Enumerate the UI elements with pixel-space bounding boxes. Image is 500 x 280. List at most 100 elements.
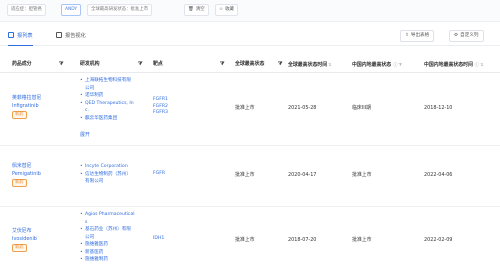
export-button-label: 导出表格: [410, 33, 430, 38]
org-name: QED Therapeutics, In: [85, 100, 134, 106]
drug-name-cn[interactable]: 艾伏尼布: [12, 228, 37, 236]
cn-status: 临床III期: [352, 105, 371, 111]
filter-icon[interactable]: ⧩: [59, 56, 63, 73]
list-item[interactable]: 施维雅医药: [80, 241, 135, 249]
col-cn-status-label: 中国内地最高状态: [352, 62, 392, 68]
drug-name-en[interactable]: Ivosidenib: [12, 236, 37, 244]
info-icon[interactable]: ⓘ: [393, 63, 398, 68]
drug-name-cn[interactable]: 英菲格拉替尼: [12, 95, 41, 103]
global-time: 2021-05-28: [288, 105, 317, 111]
cn-time: 2022-04-06: [424, 172, 453, 178]
filter-chip-indication-label: 适应症：胆管癌: [11, 7, 42, 12]
col-global-status[interactable]: 全球最高状态: [235, 56, 264, 73]
target-item[interactable]: FGFR3: [153, 110, 168, 117]
col-cn-time-label: 中国内地最高状态时间: [424, 62, 473, 68]
clear-button[interactable]: 🗑 清空: [184, 4, 209, 16]
list-item[interactable]: QED Therapeutics, In c.: [80, 100, 134, 115]
org-name: 新基医药: [85, 249, 104, 255]
org-name: 基石药业（苏州）有限: [85, 227, 131, 232]
target-item[interactable]: FGFR1: [153, 97, 168, 104]
org-list: Incyte Corporation 信达生物制药（苏州） 有限公司: [80, 163, 131, 186]
sort-icon[interactable]: ⇅: [328, 62, 331, 67]
global-status: 批准上市: [235, 105, 255, 111]
col-global-status-label: 全球最高状态: [235, 61, 265, 67]
new-drug-badge: 新药: [12, 244, 27, 252]
org-name: 施维雅制药: [85, 257, 108, 262]
org-name: 施维雅医药: [85, 242, 108, 247]
table-row[interactable]: 英菲格拉替尼 Infigratinib 新药 上海联拓生物科技有限公司 诺华制药…: [0, 73, 500, 146]
col-org[interactable]: 研发机构: [80, 56, 100, 73]
filter-chip-indication[interactable]: 适应症：胆管癌: [7, 4, 46, 16]
org-name: 上海联拓生物科技有限: [85, 78, 131, 83]
list-item[interactable]: 新基医药: [80, 249, 135, 257]
org-name: c.: [85, 108, 89, 113]
expand-link[interactable]: 展开: [80, 131, 90, 139]
save-button[interactable]: ☆ 收藏: [215, 4, 238, 16]
col-target-label: 靶点: [153, 61, 163, 67]
new-drug-badge: 新药: [12, 111, 27, 119]
filter-bar: 适应症：胆管癌 ANDY 全球最高研发状态：批准上市 🗑 清空 ☆ 收藏: [0, 0, 500, 22]
org-list: Agios Pharmaceutical s 基石药业（苏州）有限公司 施维雅医药…: [80, 211, 135, 264]
chart-icon: [56, 32, 62, 38]
org-name: Agios Pharmaceutical: [85, 212, 135, 217]
target-list: IDH1: [153, 236, 164, 243]
drug-name-cn[interactable]: 佩米替尼: [12, 163, 41, 171]
drug-name-en[interactable]: Pemigatinib: [12, 171, 41, 179]
global-status: 批准上市: [235, 237, 255, 243]
save-button-label: 收藏: [225, 7, 234, 12]
custom-columns-button[interactable]: ⚙ 自定义列: [449, 30, 484, 42]
list-item[interactable]: Incyte Corporation: [80, 163, 131, 171]
list-icon: [8, 32, 14, 38]
list-item[interactable]: 麒云华医药集团: [80, 115, 134, 123]
table-row[interactable]: 佩米替尼 Pemigatinib 新药 Incyte Corporation 信…: [0, 146, 500, 207]
custom-columns-button-label: 自定义列: [460, 33, 479, 38]
org-name: Incyte Corporation: [85, 164, 128, 169]
tab-list[interactable]: 报列表: [8, 31, 33, 46]
col-global-time[interactable]: 全球最高状态时间⇅: [288, 56, 332, 73]
target-item[interactable]: IDH1: [153, 236, 164, 243]
filter-icon[interactable]: ⧩: [278, 56, 282, 73]
drug-name-en[interactable]: Infigratinib: [12, 103, 41, 111]
org-list: 上海联拓生物科技有限公司 诺华制药 QED Therapeutics, In c.…: [80, 77, 134, 122]
col-drug[interactable]: 药品成分: [12, 56, 32, 73]
tab-visualization[interactable]: 报告视化: [56, 31, 86, 46]
export-button[interactable]: ⇪ 导出表格: [400, 30, 435, 42]
list-item[interactable]: 上海联拓生物科技有限公司: [80, 77, 134, 92]
filter-chip-code[interactable]: ANDY: [61, 4, 82, 16]
cn-time: 2018-12-10: [424, 105, 453, 111]
drug-cell: 佩米替尼 Pemigatinib 新药: [12, 163, 41, 187]
table-header: 药品成分 ⧩ 研发机构 ⧩ 靶点 ⧩ 全球最高状态 ⧩ 全球最高状态时间⇅ 中国…: [0, 56, 500, 73]
clear-button-label: 清空: [195, 7, 205, 12]
col-cn-status[interactable]: 中国内地最高状态 ⓘ⧩: [352, 56, 402, 73]
export-icon: ⇪: [405, 33, 409, 38]
org-name: 麒云华医药集团: [85, 115, 118, 121]
list-item[interactable]: Agios Pharmaceutical s: [80, 211, 135, 226]
org-name: 公司: [85, 234, 95, 240]
filter-chip-code-label: ANDY: [65, 7, 78, 12]
drug-cell: 艾伏尼布 Ivosidenib 新药: [12, 228, 37, 252]
info-icon[interactable]: ⓘ: [475, 63, 480, 68]
target-item[interactable]: FGFR: [153, 171, 165, 178]
global-time: 2018-07-20: [288, 237, 317, 243]
filter-chip-status[interactable]: 全球最高研发状态：批准上市: [87, 4, 153, 16]
tab-list-label: 报列表: [17, 33, 33, 39]
col-drug-label: 药品成分: [12, 61, 32, 67]
table-row[interactable]: 艾伏尼布 Ivosidenib 新药 Agios Pharmaceutical s…: [0, 207, 500, 280]
filter-icon[interactable]: ⧩: [138, 56, 142, 73]
org-name: 诺华制药: [85, 93, 104, 98]
filter-icon[interactable]: ⧩: [398, 62, 402, 67]
list-item[interactable]: 诺华制药: [80, 92, 134, 100]
tab-visualization-label: 报告视化: [65, 33, 86, 39]
col-cn-time[interactable]: 中国内地最高状态时间 ⓘ⇅: [424, 56, 483, 73]
col-global-time-label: 全球最高状态时间: [288, 62, 328, 68]
filter-icon[interactable]: ⧩: [220, 56, 224, 73]
list-item[interactable]: 信达生物制药（苏州） 有限公司: [80, 171, 131, 186]
col-target[interactable]: 靶点: [153, 56, 163, 73]
sort-icon[interactable]: ⇅: [480, 62, 483, 67]
cn-status: 批准上市: [352, 172, 372, 178]
list-item[interactable]: 施维雅制药: [80, 256, 135, 264]
list-item[interactable]: 基石药业（苏州）有限公司: [80, 226, 135, 241]
col-org-label: 研发机构: [80, 61, 100, 67]
settings-icon: ⚙: [454, 33, 459, 38]
org-name: s: [85, 219, 88, 225]
